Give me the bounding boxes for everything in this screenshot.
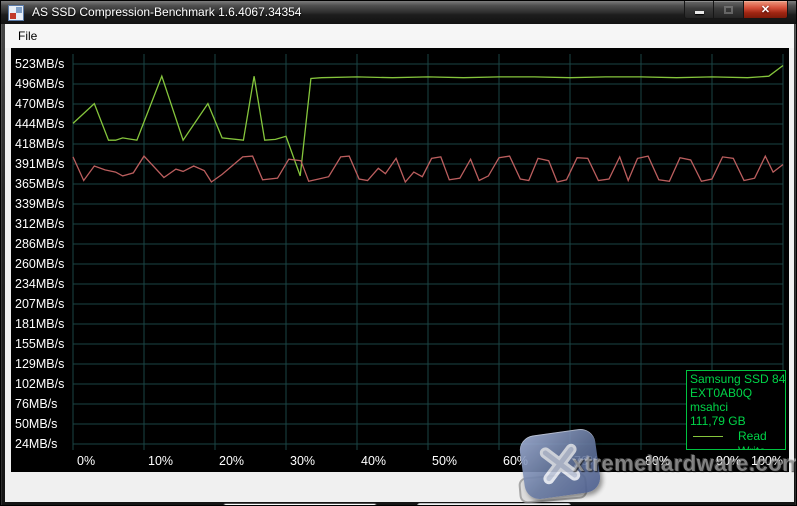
y-tick-label: 207MB/s xyxy=(15,297,64,311)
legend-entry-write: Write xyxy=(690,444,782,450)
y-tick-label: 76MB/s xyxy=(15,397,57,411)
y-tick-label: 391MB/s xyxy=(15,157,64,171)
y-tick-label: 339MB/s xyxy=(15,197,64,211)
minimize-icon xyxy=(695,11,704,14)
x-tick-label: 90% xyxy=(716,454,741,468)
y-tick-label: 470MB/s xyxy=(15,97,64,111)
x-tick-label: 80% xyxy=(645,454,670,468)
legend-driver: msahci xyxy=(690,400,782,414)
legend-read-label: Read xyxy=(738,429,767,443)
y-tick-label: 234MB/s xyxy=(15,277,64,291)
x-tick-label: 70% xyxy=(574,454,599,468)
chart-area: 523MB/s 496MB/s 470MB/s 444MB/s 418MB/s 391MB… xyxy=(11,48,789,472)
x-tick-label: 10% xyxy=(148,454,173,468)
y-tick-label: 181MB/s xyxy=(15,317,64,331)
y-tick-label: 24MB/s xyxy=(15,437,57,451)
x-tick-label: 0% xyxy=(77,454,95,468)
window-controls: ✕ xyxy=(684,1,788,19)
y-tick-label: 50MB/s xyxy=(15,417,57,431)
y-tick-label: 129MB/s xyxy=(15,357,64,371)
app-window: AS SSD Compression-Benchmark 1.6.4067.34… xyxy=(0,0,797,506)
legend-device: Samsung SSD 840 xyxy=(690,372,782,386)
x-tick-label: 40% xyxy=(361,454,386,468)
title-bar: AS SSD Compression-Benchmark 1.6.4067.34… xyxy=(1,1,796,24)
y-tick-label: 155MB/s xyxy=(15,337,64,351)
y-tick-label: 496MB/s xyxy=(15,77,64,91)
legend-write-label: Write xyxy=(738,444,766,450)
minimize-button[interactable] xyxy=(684,1,714,19)
close-icon: ✕ xyxy=(761,2,770,18)
close-button[interactable]: ✕ xyxy=(743,1,788,19)
x-tick-label: 100% xyxy=(751,454,783,468)
window-title: AS SSD Compression-Benchmark 1.6.4067.34… xyxy=(32,1,301,24)
legend-entry-read: Read xyxy=(690,429,782,443)
maximize-button xyxy=(714,1,743,19)
y-tick-label: 286MB/s xyxy=(15,237,64,251)
menu-item-file[interactable]: File xyxy=(11,24,44,48)
app-icon xyxy=(8,5,24,21)
x-tick-label: 20% xyxy=(219,454,244,468)
y-tick-label: 365MB/s xyxy=(15,177,64,191)
y-tick-label: 523MB/s xyxy=(15,57,64,71)
x-tick-label: 50% xyxy=(432,454,457,468)
y-tick-label: 312MB/s xyxy=(15,217,64,231)
y-tick-label: 260MB/s xyxy=(15,257,64,271)
maximize-icon xyxy=(724,6,733,14)
chart-legend: Samsung SSD 840 EXT0AB0Q msahci 111,79 G… xyxy=(686,370,786,450)
y-tick-label: 418MB/s xyxy=(15,137,64,151)
legend-firmware: EXT0AB0Q xyxy=(690,386,782,400)
y-tick-label: 102MB/s xyxy=(15,377,64,391)
read-line-swatch xyxy=(693,436,723,437)
y-tick-label: 444MB/s xyxy=(15,117,64,131)
client-area: File 523MB/s 496MB/s 470MB/s 444MB/s 418MB/s… xyxy=(5,24,794,502)
x-tick-label: 30% xyxy=(290,454,315,468)
chart-canvas: 523MB/s 496MB/s 470MB/s 444MB/s 418MB/s 391MB… xyxy=(11,48,789,472)
x-tick-label: 60% xyxy=(503,454,528,468)
legend-capacity: 111,79 GB xyxy=(690,414,782,428)
menu-bar: File xyxy=(5,24,794,48)
